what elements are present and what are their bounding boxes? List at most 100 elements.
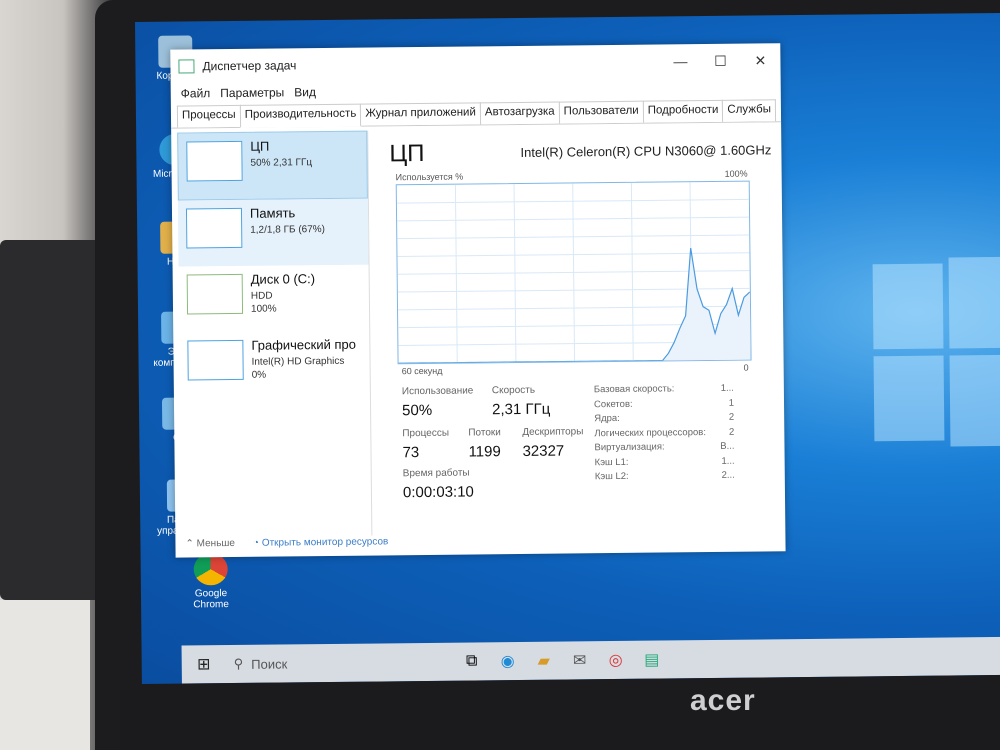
chrome-icon (193, 553, 228, 586)
detail-key: Виртуализация: (594, 441, 665, 454)
detail-row: Сокетов: 1 (594, 397, 734, 413)
detail-value: 1 (728, 397, 735, 409)
cpu-usage-graph (395, 180, 752, 365)
edge-taskbar-icon[interactable]: ◉ (490, 642, 526, 680)
background-floor (0, 600, 90, 750)
detail-value: В... (720, 440, 735, 452)
performance-panel: ЦП 50% 2,31 ГГц Память 1,2/1,8 ГБ (67%) … (171, 121, 785, 557)
desktop-icon-chrome[interactable]: Google Chrome (181, 553, 242, 611)
laptop-bottom-bezel (120, 690, 1000, 750)
gpu-name: Intel(R) HD Graphics (251, 355, 345, 368)
detail-value: 1... (720, 382, 734, 394)
tab-startup[interactable]: Автозагрузка (479, 101, 560, 125)
threads-label: Потоки (468, 427, 501, 439)
search-box[interactable]: ⚲ Поиск (226, 643, 454, 683)
tab-details[interactable]: Подробности (642, 99, 724, 123)
detail-key: Сокетов: (593, 398, 633, 410)
detail-value: 2... (721, 469, 735, 481)
cpu-details-list: Базовая скорость: 1... Сокетов: 1 Ядра: 2 Л… (594, 383, 735, 486)
cpu-detail-pane: ЦП Intel(R) Celeron(R) CPU N3060@ 1.60GH… (381, 126, 775, 550)
detail-key: Базовая скорость: (593, 383, 675, 396)
detail-value: 2 (728, 411, 735, 423)
windows-logo-wallpaper (872, 256, 1000, 455)
graph-max: 100% (724, 168, 748, 179)
minimize-button[interactable]: — (660, 53, 700, 69)
usage-label: Использование (401, 385, 474, 398)
disk-thumbnail-graph (186, 273, 244, 315)
handles-label: Дескрипторы (522, 426, 584, 438)
task-manager-icon (178, 59, 195, 74)
mail-icon[interactable]: ✉ (562, 641, 598, 679)
detail-key: Кэш L2: (594, 470, 629, 483)
search-icon: ⚲ (233, 655, 244, 672)
speed-label: Скорость (491, 384, 536, 397)
graph-label: Используется % (395, 171, 464, 183)
brand-logo: acer (690, 684, 756, 717)
search-placeholder: Поиск (251, 655, 288, 672)
menu-options[interactable]: Параметры (220, 85, 284, 100)
resource-sub: Intel(R) HD Graphics 0% (252, 355, 345, 382)
resource-item-gpu[interactable]: Графический про Intel(R) HD Graphics 0% (179, 331, 370, 399)
gpu-thumbnail-graph (187, 339, 244, 381)
detail-row: Виртуализация: В... (594, 441, 734, 457)
usage-value: 50% (401, 401, 433, 420)
resource-item-disk[interactable]: Диск 0 (C:) HDD 100% (179, 265, 370, 333)
detail-row: Логических процессоров: 2 (594, 426, 734, 442)
processes-value: 73 (402, 444, 420, 462)
task-manager-taskbar-icon[interactable]: ▤ (634, 640, 670, 678)
detail-key: Ядра: (594, 412, 620, 425)
window-title: Диспетчер задач (202, 58, 297, 74)
graph-time-label: 60 секунд (401, 365, 443, 377)
fewer-details-button[interactable]: ⌃ Меньше (185, 538, 235, 550)
task-manager-footer: ⌃ Меньше ◔ Открыть монитор ресурсов (185, 536, 388, 549)
resource-list: ЦП 50% 2,31 ГГц Память 1,2/1,8 ГБ (67%) … (177, 130, 373, 538)
detail-key: Логических процессоров: (594, 426, 706, 439)
resource-monitor-label: Открыть монитор ресурсов (261, 536, 389, 549)
resource-label: Графический про (251, 336, 357, 353)
resource-sub: 1,2/1,8 ГБ (67%) (250, 224, 326, 236)
detail-row: Базовая скорость: 1... (594, 383, 734, 399)
uptime-value: 0:00:03:10 (402, 483, 474, 502)
disk-type: HDD (250, 290, 273, 302)
resource-item-cpu[interactable]: ЦП 50% 2,31 ГГц (177, 130, 368, 201)
tab-services[interactable]: Службы (722, 99, 777, 122)
resource-label: Диск 0 (C:) (250, 271, 316, 287)
resource-sub: 50% 2,31 ГГц (250, 157, 313, 169)
processes-label: Процессы (402, 427, 450, 440)
task-manager-window: Диспетчер задач — ☐ ✕ Файл Параметры Вид… (170, 43, 786, 558)
speed-value: 2,31 ГГц (491, 400, 551, 419)
tab-performance[interactable]: Производительность (239, 103, 362, 128)
threads-value: 1199 (468, 443, 501, 461)
desktop-screen: Корзина Micr. Edge Hom Этот компьютер Се… (135, 12, 1000, 684)
maximize-button[interactable]: ☐ (700, 52, 740, 69)
tab-users[interactable]: Пользователи (558, 100, 644, 124)
resource-sub: HDD 100% (251, 290, 277, 316)
close-button[interactable]: ✕ (740, 52, 780, 69)
memory-thumbnail-graph (185, 207, 243, 249)
start-button[interactable]: ⊞ (182, 645, 226, 683)
disk-usage: 100% (250, 303, 277, 315)
gpu-usage: 0% (251, 369, 267, 381)
fewer-details-label: Меньше (196, 537, 236, 550)
cpu-title: ЦП (389, 139, 425, 168)
explorer-icon[interactable]: ▰ (526, 642, 562, 680)
tab-processes[interactable]: Процессы (176, 104, 241, 128)
tab-app-history[interactable]: Журнал приложений (360, 102, 482, 126)
uptime-label: Время работы (402, 467, 470, 480)
detail-row: Кэш L1: 1... (595, 455, 735, 471)
detail-value: 1... (721, 455, 735, 467)
detail-key: Кэш L1: (594, 456, 629, 468)
task-view-icon[interactable]: ⧉ (454, 642, 490, 680)
detail-row: Кэш L2: 2... (595, 470, 735, 486)
handles-value: 32327 (522, 442, 565, 460)
menu-file[interactable]: Файл (181, 86, 211, 100)
detail-row: Ядра: 2 (594, 412, 734, 428)
open-resource-monitor-link[interactable]: ◔ Открыть монитор ресурсов (253, 536, 388, 548)
background-object (0, 240, 110, 600)
resource-label: ЦП (250, 138, 270, 154)
detail-value: 2 (728, 426, 735, 438)
menu-view[interactable]: Вид (294, 85, 316, 99)
resource-item-memory[interactable]: Память 1,2/1,8 ГБ (67%) (177, 198, 369, 267)
chrome-taskbar-icon[interactable]: ◎ (598, 641, 634, 679)
graph-min-label: 0 (743, 362, 749, 373)
